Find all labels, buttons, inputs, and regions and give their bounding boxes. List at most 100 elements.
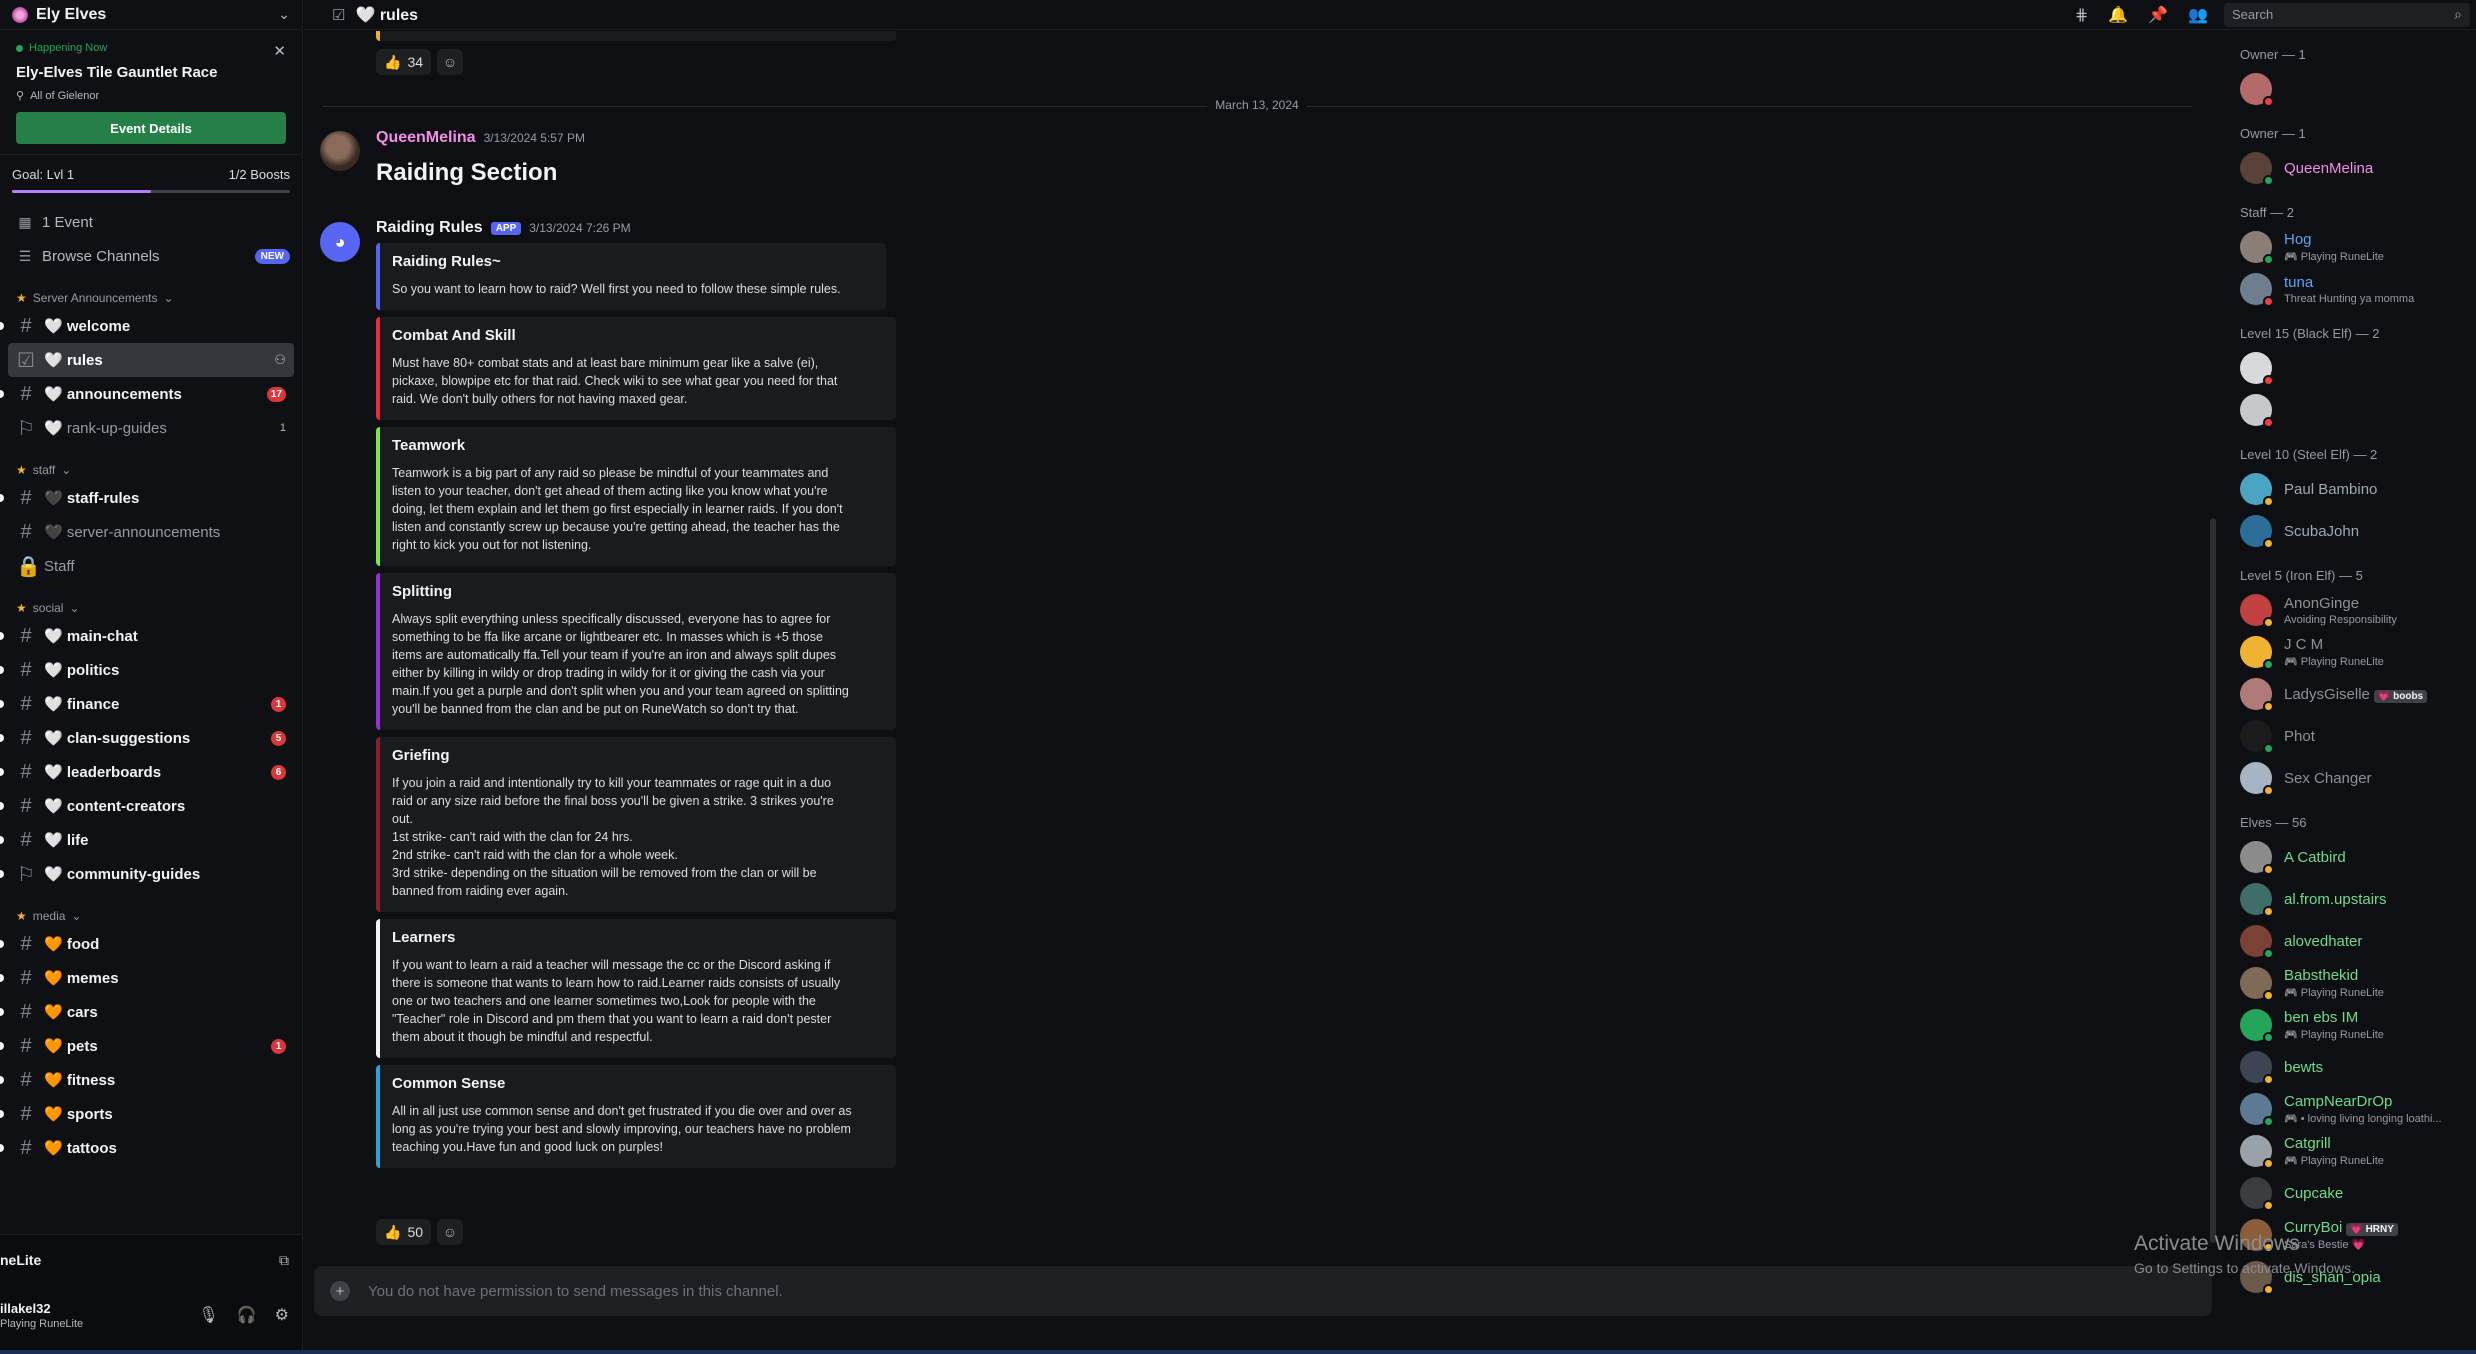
scrollbar[interactable] — [2210, 518, 2216, 1243]
gear-icon[interactable]: ⚙ — [275, 1305, 289, 1325]
screen-share-icon[interactable]: ⧉ — [279, 1252, 289, 1269]
event-status: Happening Now — [16, 42, 286, 54]
user-status: Playing RuneLite — [0, 1317, 84, 1330]
member-item[interactable]: Phot — [2226, 715, 2476, 757]
member-item[interactable]: ScubaJohn — [2226, 510, 2476, 552]
channel-welcome[interactable]: # 🤍 welcome — [0, 309, 294, 343]
member-item[interactable]: Hog 🎮 Playing RuneLite — [2226, 226, 2476, 268]
thumbs-up-reaction[interactable]: 👍 50 — [376, 1219, 432, 1245]
channel-label: 🤍 content-creators — [44, 798, 186, 815]
member-group-header: Level 15 (Black Elf) — 2 — [2240, 326, 2380, 341]
channel-announcements[interactable]: # 🤍 announcements 17 — [0, 377, 294, 411]
server-header[interactable]: Ely Elves ⌄ — [0, 0, 302, 30]
channel-tattoos[interactable]: # 🧡 tattoos — [0, 1131, 294, 1165]
member-item[interactable]: CampNearDrOp 🎮 • loving living longing lo… — [2226, 1088, 2476, 1130]
member-item[interactable]: bewts — [2226, 1046, 2476, 1088]
discord-bot-avatar-icon[interactable]: ◕ — [320, 222, 360, 262]
bell-icon[interactable]: 🔔 — [2108, 5, 2128, 25]
channel-label: 🤍 community-guides — [44, 866, 201, 883]
browse-channels-link[interactable]: ☰ Browse Channels NEW — [0, 239, 302, 273]
channel-memes[interactable]: # 🧡 memes — [0, 961, 294, 995]
member-item[interactable]: LadysGiselle 💗 boobs — [2226, 673, 2476, 715]
member-name-label: AnonGinge — [2284, 594, 2360, 612]
channel-rank-up-guides[interactable]: ⚐ 🤍 rank-up-guides 1 — [8, 411, 294, 445]
embed-card: Teamwork Teamwork is a big part of any ra… — [376, 427, 896, 566]
member-item[interactable] — [2226, 68, 2476, 110]
channel-food[interactable]: # 🧡 food — [0, 927, 294, 961]
search-box[interactable]: ⌕ — [2224, 2, 2470, 27]
channel-staff[interactable]: 🔒 Staff — [8, 549, 294, 583]
member-item[interactable]: alovedhater — [2226, 920, 2476, 962]
embed-title: Griefing — [392, 747, 450, 764]
search-input[interactable] — [2232, 7, 2455, 22]
members-icon[interactable]: 👥 — [2188, 5, 2208, 25]
channel-finance[interactable]: # 🤍 finance 1 — [0, 687, 294, 721]
search-icon[interactable]: ⌕ — [2454, 6, 2462, 23]
channel-server-announcements[interactable]: # 🖤 server-announcements — [8, 515, 294, 549]
channel-clan-suggestions[interactable]: # 🤍 clan-suggestions 5 — [0, 721, 294, 755]
channel-sports[interactable]: # 🧡 sports — [0, 1097, 294, 1131]
plus-icon[interactable]: + — [330, 1281, 350, 1301]
boost-goal[interactable]: Goal: Lvl 1 1/2 Boosts — [0, 155, 302, 186]
category-label: social — [32, 601, 64, 615]
close-icon[interactable]: ✕ — [273, 42, 286, 60]
category-server-announcements[interactable]: ★ Server Announcements ⌄ — [0, 273, 302, 309]
channel-content-creators[interactable]: # 🤍 content-creators — [0, 789, 294, 823]
microphone-icon[interactable]: 🎙 — [198, 1305, 218, 1325]
channel-main-chat[interactable]: # 🤍 main-chat — [0, 619, 294, 653]
member-item[interactable]: J C M 🎮 Playing RuneLite — [2226, 631, 2476, 673]
events-link[interactable]: ▦ 1 Event — [0, 205, 302, 239]
unread-pip — [0, 1144, 4, 1152]
message-author[interactable]: QueenMelina — [376, 129, 476, 147]
avatar[interactable] — [320, 131, 360, 171]
category-label: Server Announcements — [32, 291, 158, 305]
channel-staff-rules[interactable]: # 🖤 staff-rules — [0, 481, 294, 515]
channel-leaderboards[interactable]: # 🤍 leaderboards 6 — [0, 755, 294, 789]
member-item[interactable]: tuna Threat Hunting ya momma — [2226, 268, 2476, 310]
activity-bar[interactable]: neLite ⧉ — [0, 1235, 302, 1285]
channel-cars[interactable]: # 🧡 cars — [0, 995, 294, 1029]
member-item[interactable]: Sex Changer — [2226, 757, 2476, 799]
member-item[interactable]: Catgrill 🎮 Playing RuneLite — [2226, 1130, 2476, 1172]
channel-header: ☑ 🤍 rules ⋕ 🔔 📌 👥 ⌕ — [304, 0, 2476, 30]
event-card: Happening Now ✕ Ely-Elves Tile Gauntlet … — [0, 30, 302, 155]
chevron-down-icon: ⌄ — [163, 291, 174, 305]
member-item[interactable]: A Catbird — [2226, 836, 2476, 878]
thumbs-up-reaction[interactable]: 👍 34 — [376, 49, 432, 75]
channel-life[interactable]: # 🤍 life — [0, 823, 294, 857]
user-info[interactable]: illakel32 Playing RuneLite — [0, 1301, 180, 1330]
channel-community-guides[interactable]: ⚐ 🤍 community-guides — [0, 857, 294, 891]
event-details-button[interactable]: Event Details — [16, 112, 286, 144]
message-author[interactable]: Raiding Rules — [376, 219, 483, 237]
add-reaction-button[interactable]: ☺ — [437, 49, 464, 75]
member-item[interactable]: ben ebs IM 🎮 Playing RuneLite — [2226, 1004, 2476, 1046]
pin-icon[interactable]: 📌 — [2148, 5, 2168, 25]
member-item[interactable]: Babsthekid 🎮 Playing RuneLite — [2226, 962, 2476, 1004]
member-item[interactable]: AnonGinge Avoiding Responsibility — [2226, 589, 2476, 631]
category-media[interactable]: ★ media ⌄ — [0, 891, 302, 927]
channel-rules[interactable]: ☑ 🤍 rules ⚇ — [8, 343, 294, 377]
avatar — [2240, 352, 2274, 386]
embed-title: Teamwork — [392, 437, 466, 454]
headphones-icon[interactable]: 🎧 — [237, 1305, 257, 1325]
category-social[interactable]: ★ social ⌄ — [0, 583, 302, 619]
member-item[interactable]: QueenMelina — [2226, 147, 2476, 189]
channel-pets[interactable]: # 🧡 pets 1 — [0, 1029, 294, 1063]
member-name: A Catbird — [2284, 849, 2346, 866]
chevron-down-icon[interactable]: ⌄ — [278, 6, 290, 23]
browse-label: Browse Channels — [42, 247, 160, 265]
message-composer[interactable]: + You do not have permission to send mes… — [314, 1266, 2212, 1316]
invite-icon[interactable]: ⚇ — [274, 352, 286, 368]
member-item[interactable] — [2226, 389, 2476, 431]
member-name: J C M — [2284, 636, 2464, 653]
category-staff[interactable]: ★ staff ⌄ — [0, 445, 302, 481]
threads-icon[interactable]: ⋕ — [2075, 5, 2088, 25]
lock-icon: 🔒 — [16, 555, 41, 578]
member-item[interactable]: Paul Bambino — [2226, 468, 2476, 510]
channel-fitness[interactable]: # 🧡 fitness — [0, 1063, 294, 1097]
member-item[interactable] — [2226, 347, 2476, 389]
member-item[interactable]: al.from.upstairs — [2226, 878, 2476, 920]
member-item[interactable]: Cupcake — [2226, 1172, 2476, 1214]
channel-politics[interactable]: # 🤍 politics — [0, 653, 294, 687]
add-reaction-button[interactable]: ☺ — [437, 1219, 464, 1245]
